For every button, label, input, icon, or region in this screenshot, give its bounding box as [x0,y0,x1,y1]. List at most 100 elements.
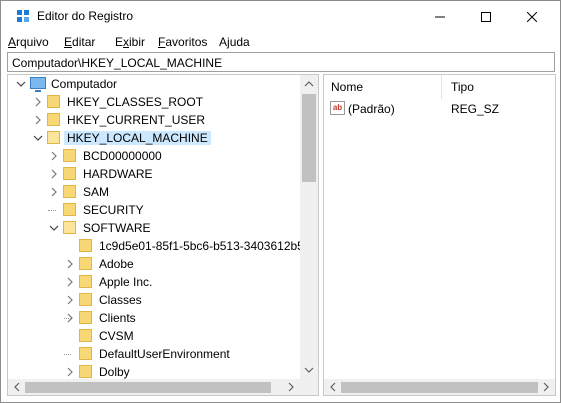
address-bar[interactable]: Computador\HKEY_LOCAL_MACHINE [7,52,555,72]
menu-exibir-pre: E [115,35,124,49]
tree-node-label: CVSM [99,329,134,343]
tree-node-cvsm[interactable]: CVSM [8,327,298,345]
close-icon [527,11,537,22]
tree-node-label: Apple Inc. [99,275,153,289]
folder-icon [47,95,60,108]
folder-icon [63,149,76,162]
tree-vertical-scrollbar[interactable] [300,75,318,379]
menu-editar-mnemonic: E [64,35,73,49]
folder-icon [79,311,92,324]
string-value-icon: ab [330,101,345,115]
maximize-button[interactable] [463,1,509,32]
tree-node-software[interactable]: SOFTWARE [8,219,298,237]
tree-node-apple[interactable]: Apple Inc. [8,273,298,291]
menu-favoritos[interactable]: Favoritos [158,35,207,49]
menu-editar[interactable]: Editar [64,35,95,49]
folder-icon [63,167,76,180]
tree-node-label: SAM [83,185,110,199]
tree-horizontal-scrollbar[interactable] [8,379,300,395]
folder-icon [47,113,60,126]
folder-open-icon [63,221,76,234]
folder-icon [79,275,92,288]
tree-node-adobe[interactable]: Adobe [8,255,298,273]
chevron-right-icon [51,151,57,161]
value-row[interactable]: ab (Padrão) REG_SZ [324,100,555,118]
minimize-icon [435,16,445,17]
tree-node-hklm[interactable]: HKEY_LOCAL_MACHINE [8,129,298,147]
folder-icon [63,185,76,198]
tree-node-defaultuserenvironment[interactable]: DefaultUserEnvironment [8,345,298,363]
folder-icon [79,347,92,360]
chevron-right-icon [51,187,57,197]
tree-node-classes[interactable]: Classes [8,291,298,309]
folder-icon [79,293,92,306]
value-name: (Padrão) [348,102,395,116]
column-header-type[interactable]: Tipo [451,80,474,94]
folder-open-icon [47,131,60,144]
scroll-down-icon [304,367,314,373]
scroll-up-icon [304,81,314,87]
regedit-icon [17,10,30,23]
scrollbar-thumb[interactable] [341,382,538,393]
tree-node-label: 1c9d5e01-85f1-5bc6-b513-3403612b5b [99,239,311,253]
chevron-right-icon [67,259,73,269]
values-horizontal-scrollbar[interactable] [324,379,555,395]
menu-bar: Arquivo Editar Exibir Favoritos Ajuda [1,32,560,52]
menu-ajuda-pre: A [219,35,228,49]
scroll-right-icon [288,382,294,392]
scrollbar-thumb[interactable] [25,382,271,393]
menu-ajuda[interactable]: Ajuda [219,35,250,49]
tree-node-label: SOFTWARE [83,221,151,235]
tree-node-computador[interactable]: Computador [8,75,298,93]
title-bar: Editor do Registro [1,1,560,32]
value-type: REG_SZ [451,102,500,116]
scroll-left-icon [330,382,336,392]
chevron-right-icon [51,169,57,179]
tree-node-label: Dolby [99,365,130,379]
chevron-right-icon [35,97,41,107]
chevron-right-icon [67,277,73,287]
tree-node-clients[interactable]: Clients [8,309,298,327]
tree-node-bcd[interactable]: BCD00000000 [8,147,298,165]
tree-node-label: HKEY_CURRENT_USER [67,113,206,127]
tree-node-hardware[interactable]: HARDWARE [8,165,298,183]
computer-icon [30,77,46,92]
tree-node-security[interactable]: SECURITY [8,201,298,219]
chevron-right-icon [35,115,41,125]
chevron-down-icon [49,225,59,231]
column-header-name[interactable]: Nome [331,80,363,94]
tree-node-sam[interactable]: SAM [8,183,298,201]
menu-exibir[interactable]: Exibir [115,35,145,49]
tree-node-hkcr[interactable]: HKEY_CLASSES_ROOT [8,93,298,111]
registry-editor-window: Editor do Registro Arquivo Editar Exibir… [0,0,561,403]
folder-icon [79,257,92,270]
chevron-down-icon [33,135,43,141]
scroll-left-icon [14,382,20,392]
tree-node-guid[interactable]: 1c9d5e01-85f1-5bc6-b513-3403612b5b [8,237,311,255]
values-pane[interactable]: Nome Tipo ab (Padrão) REG_SZ [323,74,556,396]
menu-editar-label: ditar [72,35,96,49]
chevron-right-icon [67,295,73,305]
tree-node-label: BCD00000000 [83,149,162,163]
tree-node-label: HKEY_LOCAL_MACHINE [64,131,211,145]
tree-node-label: DefaultUserEnvironment [99,347,230,361]
chevron-down-icon [16,81,26,87]
tree-node-label: Clients [99,311,136,325]
folder-icon [79,365,92,378]
menu-arquivo[interactable]: Arquivo [8,35,49,49]
scrollbar-thumb[interactable] [302,94,316,182]
address-path: Computador\HKEY_LOCAL_MACHINE [12,56,223,70]
scrollbar-corner [300,379,318,395]
close-button[interactable] [509,1,555,32]
window-title: Editor do Registro [37,9,134,23]
tree-node-hkcu[interactable]: HKEY_CURRENT_USER [8,111,298,129]
menu-favoritos-label: avoritos [165,35,208,49]
menu-ajuda-label: uda [229,35,250,49]
minimize-button[interactable] [417,1,463,32]
tree-node-label: Computador [51,77,118,91]
key-tree-pane[interactable]: Computador HKEY_CLASSES_ROOT HKEY_CURREN… [7,74,319,396]
folder-icon [63,203,76,216]
menu-arquivo-mnemonic: A [8,35,17,49]
column-divider[interactable] [441,75,442,99]
maximize-icon [481,11,491,22]
